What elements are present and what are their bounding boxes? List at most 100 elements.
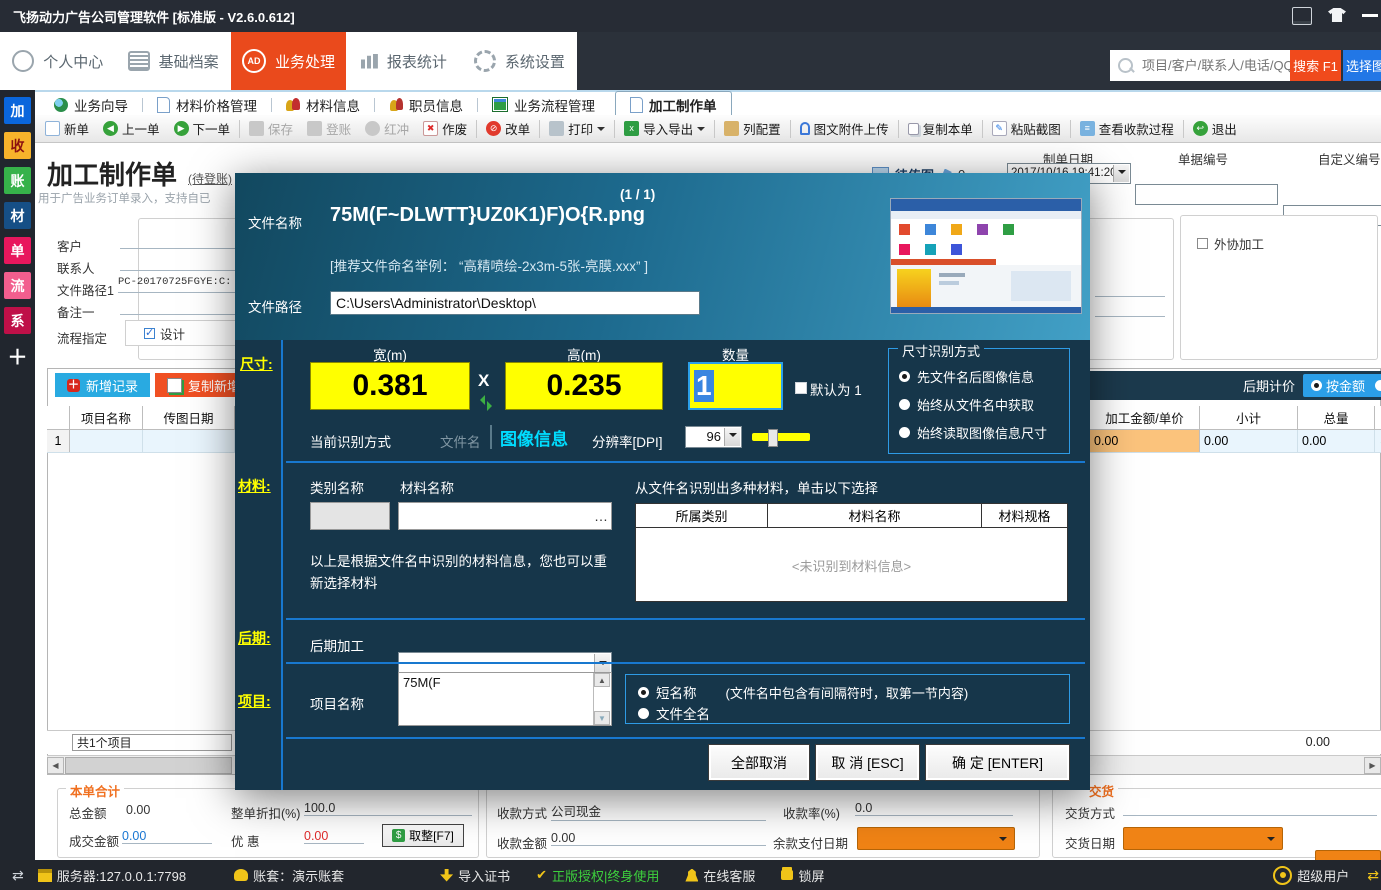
qty-input[interactable]: 1 [688,362,783,410]
dpi-dropdown[interactable]: 96 [685,426,742,448]
chevron-down-icon[interactable] [1113,165,1129,182]
chevron-down-icon[interactable] [724,428,740,446]
modify-order-button[interactable]: ⊘改单 [479,117,537,141]
subtotal-header[interactable]: 小计 [1200,406,1298,430]
extra-field-input[interactable] [1095,288,1165,297]
project-name-textarea[interactable]: 75M(F ▲ ▼ [398,672,612,726]
default-qty-checkbox[interactable] [795,382,807,394]
payment-method-input[interactable]: 公司现金 [551,801,766,821]
skin-icon[interactable] [1328,8,1346,22]
view-payment-process-button[interactable]: ≡查看收款过程 [1073,117,1181,141]
upload-date-header[interactable]: 传图日期 [143,406,235,430]
ok-button[interactable]: 确 定 [ENTER] [925,744,1070,781]
delivery-date-dropdown[interactable] [1123,827,1283,850]
delivery-method-input[interactable] [1123,801,1377,816]
void-button[interactable]: ✖作废 [416,117,474,141]
nav-item-personal[interactable]: 个人中心 [0,32,115,90]
browse-button[interactable]: … [591,508,611,524]
exit-button[interactable]: ↩退出 [1186,117,1244,141]
mode3-radio[interactable] [899,427,910,438]
by-filename-option[interactable]: 文件名 [440,431,481,451]
deal-amount-value[interactable]: 0.00 [122,829,212,844]
sidebar-item-system[interactable]: 系 [4,307,31,334]
scroll-right-button[interactable]: ▶ [1364,757,1381,774]
dpi-slider[interactable] [752,433,810,441]
search-button[interactable]: 搜索 F1 [1290,50,1341,81]
print-button[interactable]: 打印 [542,117,612,141]
prev-order-button[interactable]: ◀上一单 [96,117,167,141]
select-image-button[interactable]: 选择图 [1343,50,1381,81]
add-record-button[interactable]: ＋ 新增记录 [55,373,150,397]
next-order-button[interactable]: ▶下一单 [167,117,238,141]
import-cert-button[interactable]: 导入证书 [440,866,510,885]
sidebar-item-material[interactable]: 材 [4,202,31,229]
note-icon[interactable] [1292,7,1312,25]
balance-date-dropdown[interactable] [857,827,1015,850]
payment-amount-input[interactable]: 0.00 [551,831,766,846]
switch-user-icon[interactable]: ⇄ [1367,867,1379,884]
mode-option-1[interactable]: 先文件名后图像信息 [899,367,1034,386]
width-input[interactable]: 0.381 [310,362,470,410]
tab-material-price[interactable]: 材料价格管理 [143,93,271,117]
height-input[interactable]: 0.235 [505,362,663,410]
row-number-header[interactable] [47,406,70,430]
order-status-link[interactable]: (待登账) [188,170,232,187]
extra-field-input[interactable] [1095,308,1165,317]
textarea-scrollbar[interactable]: ▲ ▼ [593,673,611,725]
category-input[interactable] [310,502,390,530]
customer-input[interactable] [120,232,235,249]
short-name-option[interactable]: 短名称 (文件名中包含有间隔符时，取第一节内容) [638,682,968,702]
short-name-radio[interactable] [638,687,649,698]
order-discount-input[interactable]: 100.0 [304,801,472,816]
round-button[interactable]: $ 取整[F7] [382,824,464,847]
by-quantity-radio[interactable] [1375,380,1381,391]
new-order-button[interactable]: 新单 [38,117,96,141]
grid-row-right[interactable]: 0.00 0.00 0.00 ✓ [1090,430,1381,453]
import-export-button[interactable]: x导入导出 [617,117,712,141]
full-name-radio[interactable] [638,708,649,719]
mode-option-2[interactable]: 始终从文件名中获取 [899,395,1034,414]
full-name-option[interactable]: 文件全名 [638,703,710,723]
sidebar-item-flow[interactable]: 流 [4,272,31,299]
tab-workflow[interactable]: 业务流程管理 [478,93,609,117]
nav-item-reports[interactable]: 报表统计 [346,32,461,90]
column-config-button[interactable]: 列配置 [717,117,788,141]
swap-dimensions-icon[interactable] [475,395,497,407]
scroll-up-icon[interactable]: ▲ [594,673,610,687]
category-column-header[interactable]: 所属类别 [636,504,768,527]
slider-thumb[interactable] [768,429,778,447]
outsourcing-option[interactable]: 外协加工 [1197,234,1377,253]
amount-header[interactable]: 加工金额/单价 [1090,406,1200,430]
filepath-input[interactable]: C:\Users\Administrator\Desktop\ [330,291,700,315]
mode2-radio[interactable] [899,399,910,410]
material-name-input[interactable]: … [398,502,612,530]
paste-screenshot-button[interactable]: ✎粘贴截图 [985,117,1068,141]
name-column-header[interactable]: 材料名称 [768,504,982,527]
lock-screen-button[interactable]: 锁屏 [781,866,824,885]
sidebar-item-processing[interactable]: 加 [4,97,31,124]
sidebar-item-add[interactable]: ＋ [4,342,31,369]
tab-material-info[interactable]: 材料信息 [272,93,374,117]
quantity-header[interactable]: 总量 [1298,406,1375,430]
scrollbar-thumb[interactable] [65,757,232,774]
scroll-down-icon[interactable]: ▼ [594,711,610,725]
search-input[interactable] [1140,57,1294,74]
spec-column-header[interactable]: 材料规格 [982,504,1067,527]
attachment-upload-button[interactable]: 图文附件上传 [793,117,896,141]
grid-row-left[interactable]: 1 [47,430,235,453]
contact-input[interactable] [120,254,235,271]
outsourcing-checkbox[interactable] [1197,238,1208,249]
by-image-option[interactable]: 图像信息 [500,425,568,450]
minimize-icon[interactable] [1362,14,1378,17]
sidebar-item-account[interactable]: 账 [4,167,31,194]
red-reverse-button[interactable]: 红冲 [358,117,416,141]
nav-item-base-archive[interactable]: 基础档案 [115,32,230,90]
online-service-button[interactable]: 在线客服 [685,866,755,885]
current-user[interactable]: 超级用户 [1273,866,1349,885]
tab-staff-info[interactable]: 职员信息 [375,93,477,117]
amount-cell[interactable]: 0.00 [1090,430,1200,452]
copy-order-button[interactable]: 复制本单 [901,117,980,141]
design-checkbox[interactable] [144,328,155,339]
project-name-cell[interactable] [70,430,143,452]
cancel-button[interactable]: 取 消 [ESC] [815,744,920,781]
